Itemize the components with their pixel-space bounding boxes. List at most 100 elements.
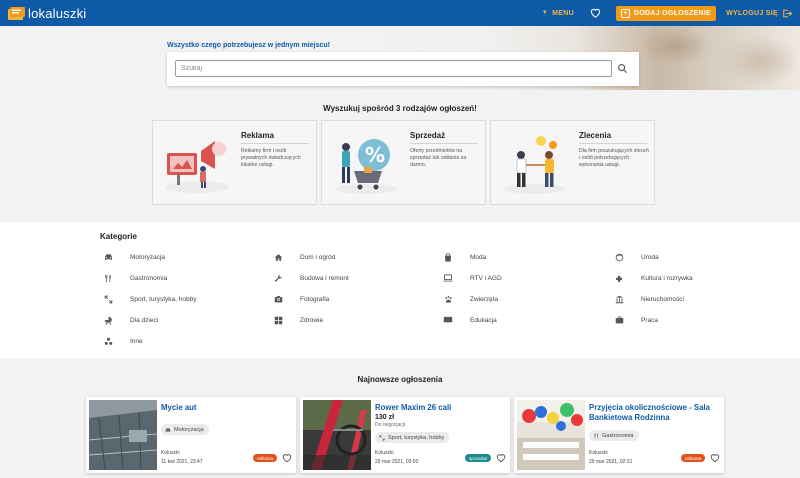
health-icon [273, 315, 283, 325]
listing-title[interactable]: Rower Maxim 26 cali [375, 403, 505, 413]
camera-icon [273, 294, 283, 304]
category-gastronomia[interactable]: Gastronomia [103, 273, 167, 283]
category-sport[interactable]: Sport, turystyka, hobby [103, 294, 196, 304]
category-label: Dla dzieci [130, 316, 159, 324]
dots-icon [103, 336, 113, 346]
type-name: Zlecenia [579, 131, 612, 140]
category-dla-dzieci[interactable]: Dla dzieci [103, 315, 158, 325]
listing-category: Motoryzacja [174, 426, 204, 433]
car-icon [103, 252, 113, 262]
category-label: Motoryzacja [130, 253, 166, 261]
listing-city: Koluszki [161, 450, 180, 456]
category-inne[interactable]: Inne [103, 336, 143, 346]
face-icon [614, 252, 624, 262]
handshake-illustration-icon [505, 136, 565, 194]
type-card-reklama[interactable]: Reklama Reklamy firm i osób prywatnych ś… [152, 120, 317, 205]
listing-category: Sport, turystyka, hobby [388, 434, 445, 441]
add-listing-button[interactable]: + DODAJ OGŁOSZENIE [615, 5, 717, 21]
listing-date: 29 mar 2021, 02:31 [589, 459, 633, 465]
category-label: Zdrowie [300, 316, 324, 324]
listing-type-badge: reklama [681, 454, 706, 462]
listing-card[interactable]: Mycie aut Motoryzacja Koluszki 11 kwi 20… [86, 397, 296, 473]
category-dom-i-ogrod[interactable]: Dom i ogród [273, 252, 335, 262]
divider [410, 143, 478, 144]
listing-price: 130 zł [375, 414, 395, 421]
category-praca[interactable]: Praca [614, 315, 658, 325]
stroller-icon [103, 315, 113, 325]
header-nav: ▼ MENU + DODAJ OGŁOSZENIE WYLOGUJ SIĘ [542, 0, 792, 26]
category-nieruchomosci[interactable]: Nieruchomości [614, 294, 684, 304]
menu-button[interactable]: ▼ MENU [542, 10, 574, 17]
listing-title[interactable]: Przyjęcia okolicznościowe - Sala Bankiet… [589, 403, 719, 423]
category-budowa[interactable]: Budowa i remont [273, 273, 349, 283]
listing-card[interactable]: Rower Maxim 26 cali 130 zł Do negocjacji… [300, 397, 510, 473]
top-bar: lokaluszki ▼ MENU + DODAJ OGŁOSZENIE WYL… [0, 0, 800, 26]
logo-text: lokaluszki [28, 5, 87, 21]
category-fotografia[interactable]: Fotografia [273, 294, 329, 304]
add-listing-label: DODAJ OGŁOSZENIE [633, 9, 712, 17]
hero-decoration [720, 36, 800, 86]
listing-type-badge: sprzedaż [465, 454, 492, 462]
search-input[interactable] [175, 60, 612, 77]
category-kultura[interactable]: Kultura i rozrywka [614, 273, 693, 283]
category-label: Nieruchomości [641, 295, 684, 303]
menu-label: MENU [552, 9, 574, 17]
hero-decoration [640, 26, 710, 66]
listing-title[interactable]: Mycie aut [161, 403, 291, 413]
category-rtv-agd[interactable]: RTV i AGD [443, 273, 502, 283]
category-zwierzeta[interactable]: Zwierzęta [443, 294, 498, 304]
listing-date: 11 kwi 2021, 23:47 [161, 459, 203, 465]
cutlery-icon [594, 433, 598, 438]
logo[interactable]: lokaluszki [8, 6, 86, 21]
category-motoryzacja[interactable]: Motoryzacja [103, 252, 165, 262]
heart-icon[interactable] [282, 453, 292, 463]
category-label: Zwierzęta [470, 295, 499, 303]
plus-icon: + [620, 8, 630, 18]
search-panel [167, 52, 639, 86]
car-icon [165, 427, 171, 432]
book-icon [443, 315, 453, 325]
category-zdrowie[interactable]: Zdrowie [273, 315, 323, 325]
briefcase-icon [614, 315, 624, 325]
category-label: Gastronomia [130, 274, 168, 282]
category-label: Sport, turystyka, hobby [130, 295, 197, 303]
categories-heading: Kategorie [100, 232, 137, 241]
latest-heading: Najnowsze ogłoszenia [357, 375, 443, 384]
category-moda[interactable]: Moda [443, 252, 486, 262]
logout-button[interactable]: WYLOGUJ SIĘ [726, 9, 792, 18]
search-icon[interactable] [617, 63, 628, 74]
arrows-icon [103, 294, 113, 304]
listing-type-badge: reklama [253, 454, 278, 462]
logout-label: WYLOGUJ SIĘ [726, 9, 778, 17]
listing-card[interactable]: Przyjęcia okolicznościowe - Sala Bankiet… [514, 397, 724, 473]
category-label: Moda [470, 253, 487, 261]
listing-category-chip: Gastronomia [589, 430, 639, 441]
bag-icon [443, 252, 453, 262]
listing-negotiable: Do negocjacji [375, 422, 406, 428]
category-uroda[interactable]: Uroda [614, 252, 659, 262]
favorites-button[interactable] [590, 7, 602, 19]
category-label: Kultura i rozrywka [641, 274, 693, 282]
chevron-down-icon: ▼ [541, 10, 549, 16]
type-card-zlecenia[interactable]: Zlecenia Dla firm poszukujących zleceń i… [490, 120, 655, 205]
category-label: Fotografia [300, 295, 330, 303]
wrench-icon [273, 273, 283, 283]
megaphone-illustration-icon [165, 141, 229, 193]
listing-photo [89, 400, 157, 470]
category-label: Inne [130, 337, 143, 345]
categories-section: Kategorie Motoryzacja Gastronomia Sport,… [0, 222, 800, 358]
heart-icon[interactable] [496, 453, 506, 463]
category-edukacja[interactable]: Edukacja [443, 315, 497, 325]
logo-icon [8, 6, 25, 20]
types-heading: Wyszukuj spośród 3 rodzajów ogłoszeń! [323, 104, 477, 113]
laptop-icon [443, 273, 453, 283]
logout-icon [783, 9, 792, 17]
type-card-sprzedaz[interactable]: % Sprzedaż Oferty przedmiotów na sprzeda… [321, 120, 486, 205]
heart-icon[interactable] [710, 453, 720, 463]
cutlery-icon [103, 273, 113, 283]
listing-photo [303, 400, 371, 470]
listing-city: Koluszki [589, 450, 608, 456]
home-icon [273, 252, 283, 262]
category-label: Uroda [641, 253, 659, 261]
sale-illustration-icon: % [336, 139, 396, 194]
